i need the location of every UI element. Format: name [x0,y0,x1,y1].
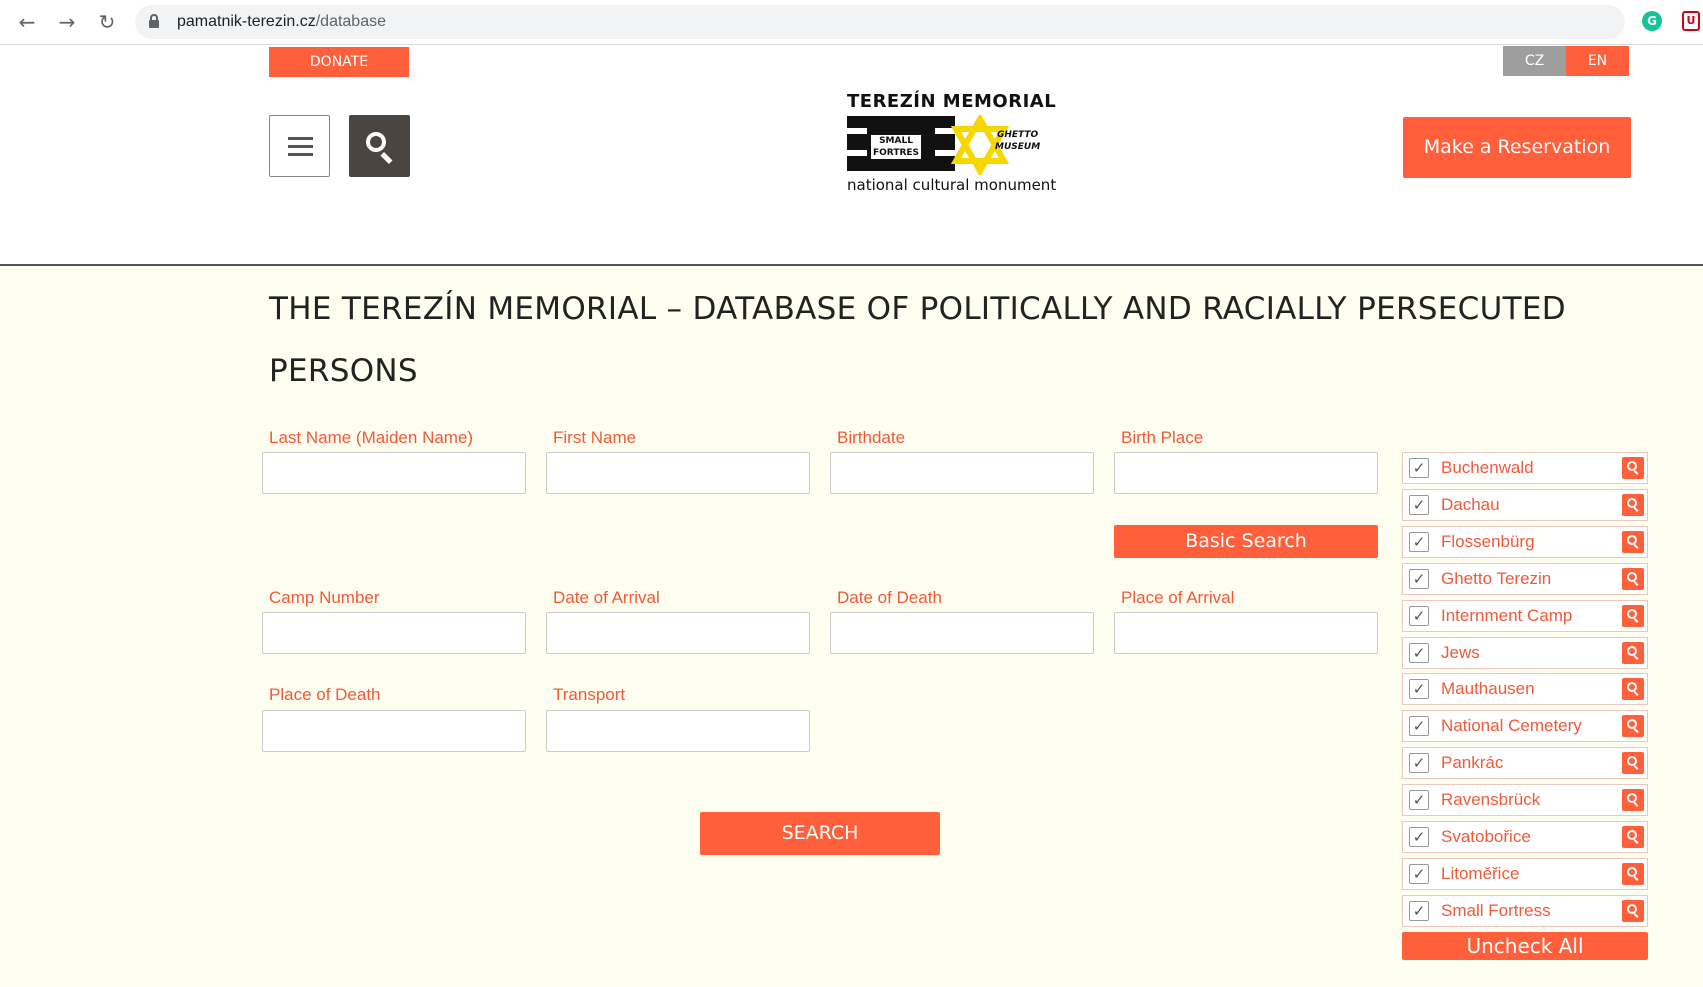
filter-label[interactable]: Flossenbürg [1441,532,1535,552]
lock-icon [149,14,159,28]
lang-en-button[interactable]: EN [1566,46,1629,76]
filter-checkbox[interactable]: ✓ [1409,679,1429,699]
birthdate-input[interactable] [830,452,1094,494]
filter-item[interactable]: ✓ Small Fortress [1402,895,1648,927]
logo-title: TEREZÍN MEMORIAL [847,91,1057,112]
uncheck-all-button[interactable]: Uncheck All [1402,932,1648,960]
filter-label[interactable]: Litoměřice [1441,864,1519,884]
page-title: THE TEREZÍN MEMORIAL – DATABASE OF POLIT… [269,291,1566,389]
filter-checkbox[interactable]: ✓ [1409,532,1429,552]
filter-checkbox[interactable]: ✓ [1409,753,1429,773]
browser-toolbar: ← → ↻ pamatnik-terezin.cz/database ☆ G U [0,0,1703,45]
filter-item[interactable]: ✓ Internment Camp [1402,600,1648,632]
filter-search-icon[interactable] [1622,605,1644,627]
date-of-arrival-input[interactable] [546,612,810,654]
filter-item[interactable]: ✓ Litoměřice [1402,858,1648,890]
first-name-label: First Name [553,428,637,447]
filter-checkbox[interactable]: ✓ [1409,864,1429,884]
date-of-arrival-label: Date of Arrival [553,588,660,607]
filter-label[interactable]: Ravensbrück [1441,790,1540,810]
basic-search-button[interactable]: Basic Search [1114,525,1378,558]
lang-cz-button[interactable]: CZ [1503,46,1566,76]
place-of-arrival-input[interactable] [1114,612,1378,654]
filter-label[interactable]: Pankrác [1441,753,1503,773]
filter-item[interactable]: ✓ Svatobořice [1402,821,1648,853]
address-url[interactable]: pamatnik-terezin.cz/database [177,13,386,31]
site-search-button[interactable] [349,115,410,177]
filter-item[interactable]: ✓ Mauthausen [1402,673,1648,705]
filter-search-icon[interactable] [1622,568,1644,590]
filter-search-icon[interactable] [1622,494,1644,516]
transport-input[interactable] [546,710,810,752]
filter-checkbox[interactable]: ✓ [1409,569,1429,589]
back-arrow-icon[interactable]: ← [14,9,40,35]
birthdate-label: Birthdate [837,428,906,447]
make-reservation-button[interactable]: Make a Reservation [1403,117,1631,178]
filter-label[interactable]: Small Fortress [1441,901,1551,921]
filter-label[interactable]: Ghetto Terezin [1441,569,1551,589]
filter-item[interactable]: ✓ Ravensbrück [1402,784,1648,816]
filter-search-icon[interactable] [1622,789,1644,811]
filter-checkbox[interactable]: ✓ [1409,606,1429,626]
filter-label[interactable]: Jews [1441,643,1480,663]
date-of-death-input[interactable] [830,612,1094,654]
filter-search-icon[interactable] [1622,863,1644,885]
transport-label: Transport [553,685,626,704]
address-bar[interactable]: pamatnik-terezin.cz/database ☆ [135,5,1625,39]
filter-checkbox[interactable]: ✓ [1409,790,1429,810]
filter-label[interactable]: Internment Camp [1441,606,1572,626]
filter-item[interactable]: ✓ Dachau [1402,489,1648,521]
filter-checkbox[interactable]: ✓ [1409,827,1429,847]
filter-search-icon[interactable] [1622,900,1644,922]
filter-checkbox[interactable]: ✓ [1409,716,1429,736]
date-of-death-label: Date of Death [837,588,942,607]
filter-checkbox[interactable]: ✓ [1409,495,1429,515]
filter-search-icon[interactable] [1622,715,1644,737]
small-fortress-text: SMALL FORTRES [871,135,922,159]
filter-checkbox[interactable]: ✓ [1409,901,1429,921]
filter-search-icon[interactable] [1622,678,1644,700]
camp-number-label: Camp Number [269,588,380,607]
place-of-death-input[interactable] [262,710,526,752]
site-header: DONATE CZ EN TEREZÍN MEMORIAL SMALL FORTR… [0,45,1703,266]
birth-place-label: Birth Place [1121,428,1204,447]
filter-label[interactable]: National Cemetery [1441,716,1582,736]
filter-label[interactable]: Mauthausen [1441,679,1535,699]
place-of-death-label: Place of Death [269,685,381,704]
filter-item[interactable]: ✓ Pankrác [1402,747,1648,779]
filter-search-icon[interactable] [1622,457,1644,479]
filter-item[interactable]: ✓ National Cemetery [1402,710,1648,742]
forward-arrow-icon[interactable]: → [54,9,80,35]
menu-button[interactable] [269,115,330,177]
place-of-arrival-label: Place of Arrival [1121,588,1235,607]
donate-button[interactable]: DONATE [269,47,409,77]
filter-label[interactable]: Dachau [1441,495,1500,515]
reload-icon[interactable]: ↻ [94,9,120,35]
filter-label[interactable]: Svatobořice [1441,827,1531,847]
ghetto-museum-text: GHETTO MUSEUM [995,130,1041,152]
filter-search-icon[interactable] [1622,531,1644,553]
camp-number-input[interactable] [262,612,526,654]
search-button[interactable]: SEARCH [700,812,940,855]
first-name-input[interactable] [546,452,810,494]
filter-label[interactable]: Buchenwald [1441,458,1534,478]
filter-item[interactable]: ✓ Jews [1402,637,1648,669]
filter-checkbox[interactable]: ✓ [1409,458,1429,478]
last-name-label: Last Name (Maiden Name) [269,428,474,447]
filter-item[interactable]: ✓ Flossenbürg [1402,526,1648,558]
filter-search-icon[interactable] [1622,826,1644,848]
pocket-extension-icon[interactable]: U [1682,11,1700,31]
filter-item[interactable]: ✓ Buchenwald [1402,452,1648,484]
last-name-input[interactable] [262,452,526,494]
filter-checkbox[interactable]: ✓ [1409,643,1429,663]
filter-search-icon[interactable] [1622,752,1644,774]
filter-search-icon[interactable] [1622,642,1644,664]
site-logo[interactable]: TEREZÍN MEMORIAL SMALL FORTRES GHETTO MUSE… [845,91,1057,201]
logo-subtitle: national cultural monument [847,176,1057,194]
grammarly-extension-icon[interactable]: G [1642,11,1662,31]
birth-place-input[interactable] [1114,452,1378,494]
filter-item[interactable]: ✓ Ghetto Terezin [1402,563,1648,595]
